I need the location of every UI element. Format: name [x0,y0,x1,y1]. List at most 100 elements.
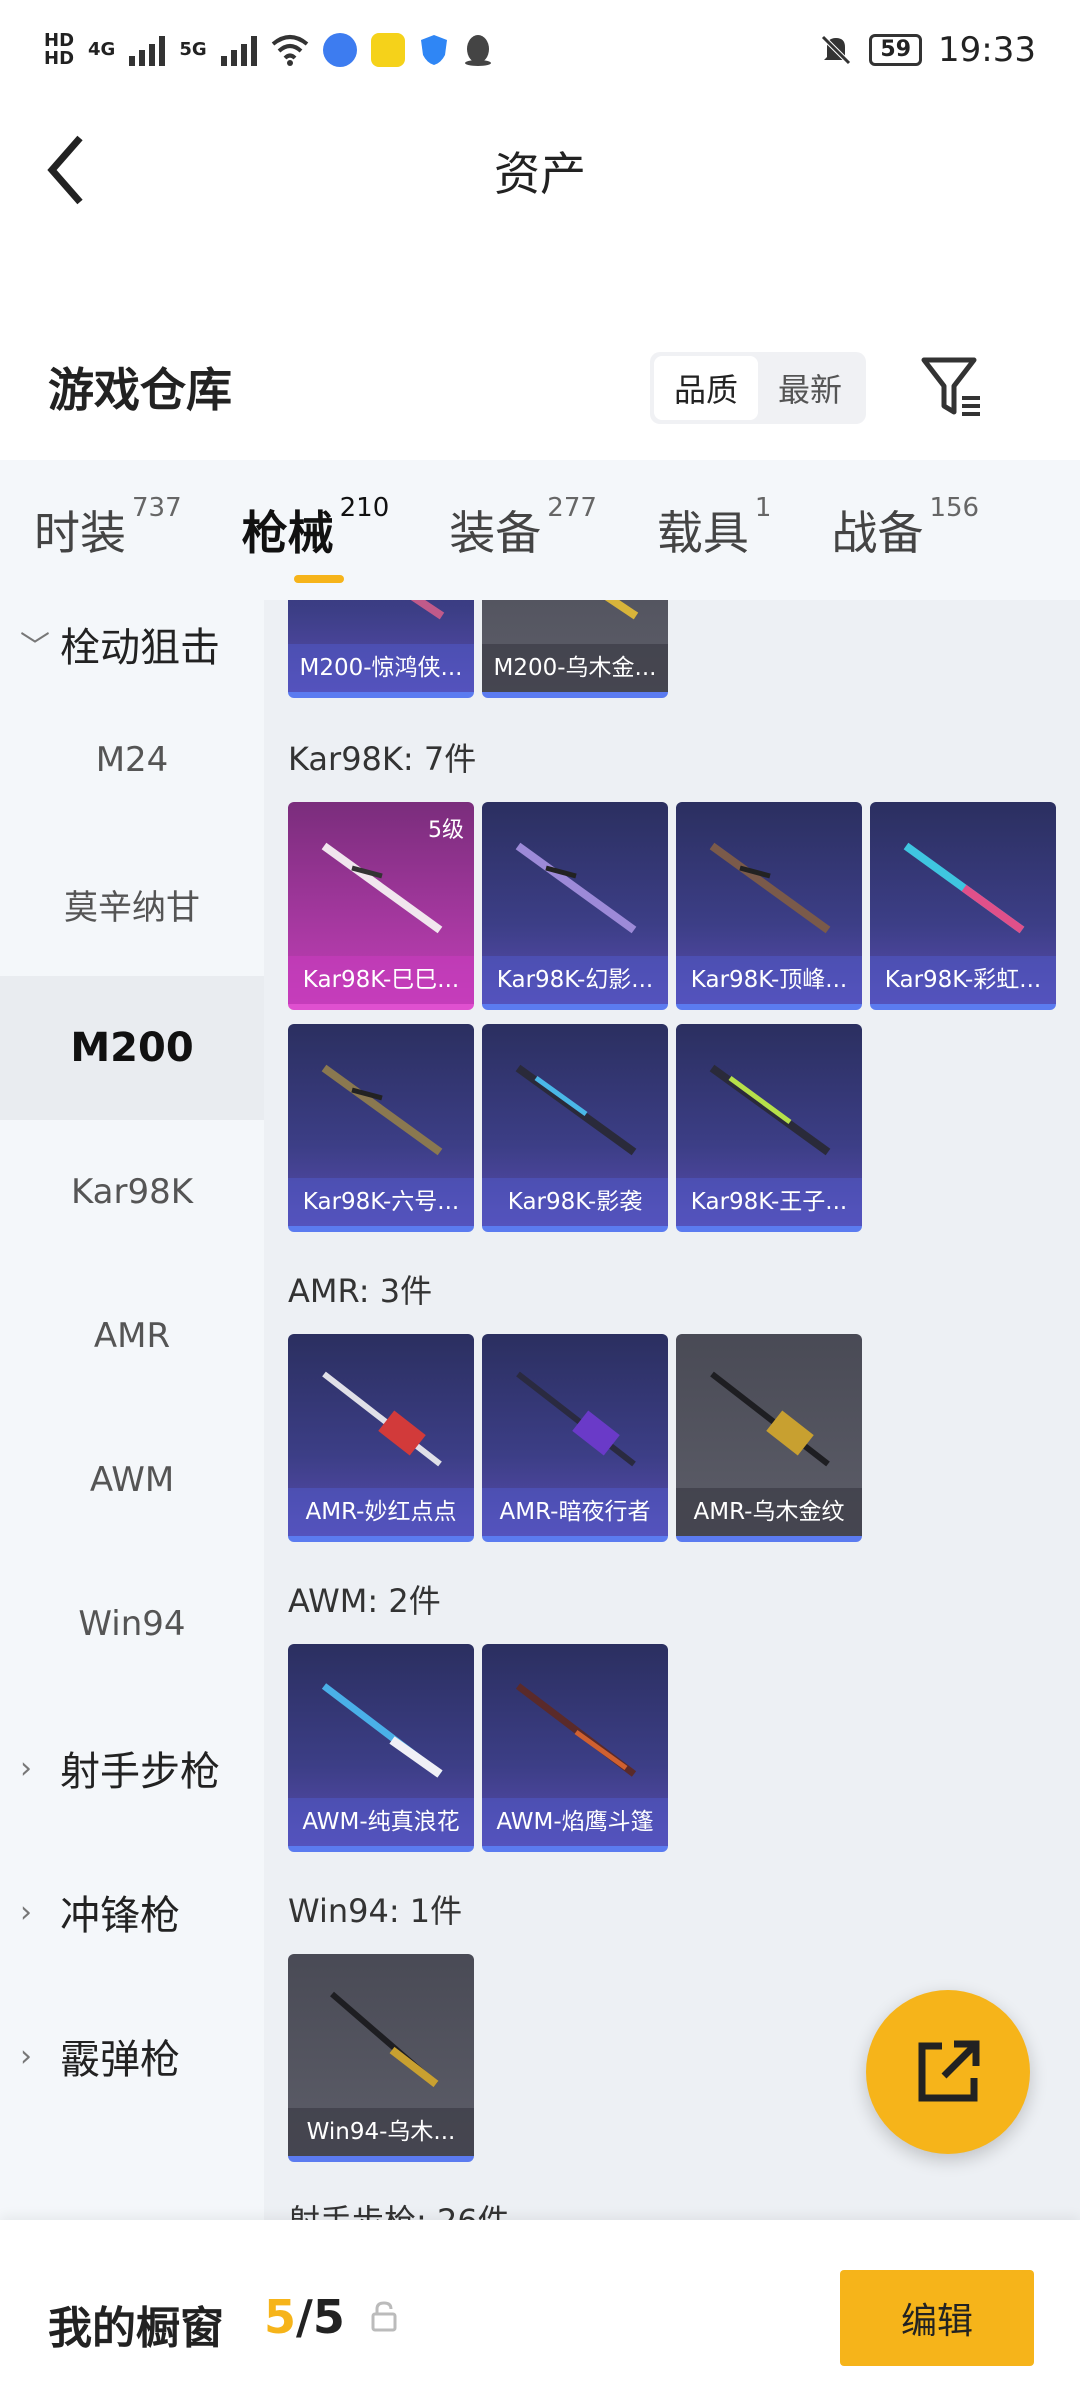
showcase-bar: 我的橱窗 5/5 编辑 [0,2220,1080,2400]
weapon-name: M200-乌木金... [482,644,668,692]
sidebar-item-mosin[interactable]: 莫辛纳甘 [0,832,264,976]
sidebar-item-win94[interactable]: Win94 [0,1552,264,1696]
sidebar-item-m24[interactable]: M24 [0,688,264,832]
weapon-card[interactable]: AMR-妙红点点 [288,1334,474,1542]
weapon-card[interactable]: AMR-暗夜行者 [482,1334,668,1542]
category-tabs: 时装 737 枪械 210 装备 277 载具 1 战备 156 [0,460,1080,600]
chevron-right-icon: › [20,1894,32,1930]
tab-outfits[interactable]: 时装 737 [34,493,182,563]
signal-5g-icon [220,34,257,66]
tab-equipment[interactable]: 装备 277 [449,493,597,563]
rifle-skin-icon [321,1683,443,1778]
edit-button[interactable]: 编辑 [840,2270,1034,2366]
weapon-name: Kar98K-彩虹... [870,956,1056,1004]
battery-indicator: 59 [869,34,923,66]
weapon-name: AWM-焰鹰斗篷 [482,1798,668,1846]
share-fab-button[interactable] [866,1990,1030,2154]
sidebar-item-amr[interactable]: AMR [0,1264,264,1408]
section-title-amr: AMR: 3件 [288,1272,433,1310]
signal-4g-icon [129,34,166,66]
weapon-card[interactable]: AWM-纯真浪花 [288,1644,474,1852]
showcase-current: 5 [264,2290,297,2344]
weapon-card[interactable]: Kar98K-彩虹... [870,802,1056,1010]
weapon-card[interactable]: Kar98K-王子... [676,1024,862,1232]
title-bar: 资产 [0,100,1080,240]
weapon-card[interactable]: Kar98K-顶峰... [676,802,862,1010]
weapon-card[interactable]: Kar98K-影袭 [482,1024,668,1232]
hd-label-2: HD [44,48,75,69]
weapon-name: Kar98K-王子... [676,1178,862,1226]
weapon-card[interactable]: Kar98K-幻影... [482,802,668,1010]
weapon-card[interactable]: M200-惊鸿侠... [288,600,474,698]
chevron-down-icon: ﹀ [20,630,50,665]
weapon-card[interactable]: AWM-焰鹰斗篷 [482,1644,668,1852]
rifle-skin-icon [604,600,639,620]
sidebar-item-label: 莫辛纳甘 [64,887,200,928]
weapon-card[interactable]: M200-乌木金... [482,600,668,698]
weapon-name: AMR-乌木金纹 [676,1488,862,1536]
sidebar-item-label: AMR [93,1316,171,1356]
weapon-card[interactable]: 5级 Kar98K-巳巳... [288,802,474,1010]
rifle-skin-icon [515,1064,637,1156]
sidebar-item-label: Kar98K [70,1172,194,1212]
sidebar-item-label: 射手步枪 [60,1749,220,1795]
sidebar-item-label: 冲锋枪 [60,1893,180,1939]
tab-weapons[interactable]: 枪械 210 [242,493,389,583]
weapon-grid: M200-惊鸿侠... M200-乌木金... Kar98K: 7件 5级 Ka… [264,600,1080,2220]
showcase-separator: / [296,2290,313,2344]
sidebar-category-shotgun[interactable]: › 霰弹枪 [0,1984,264,2128]
sidebar-item-label: M200 [70,1025,194,1071]
warehouse-header: 游戏仓库 品质 最新 [0,330,1080,440]
showcase-count: 5/5 [264,2290,345,2344]
tab-vehicles[interactable]: 载具 1 [657,493,772,563]
filter-icon[interactable] [918,352,988,422]
warehouse-title: 游戏仓库 [48,363,232,417]
rifle-skin-icon [515,842,637,934]
chevron-right-icon: › [20,2038,32,2074]
page-title: 资产 [494,147,586,201]
weapon-card[interactable]: Kar98K-六号... [288,1024,474,1232]
share-external-icon [918,2040,980,2102]
section-title-kar98k: Kar98K: 7件 [288,740,477,778]
sidebar-item-label: M24 [95,740,169,780]
rifle-skin-icon [322,1371,442,1467]
wifi-icon [271,35,308,66]
weapon-card[interactable]: AMR-乌木金纹 [676,1334,862,1542]
browser-app-icon [322,33,357,67]
sidebar-category-dmr[interactable]: › 射手步枪 [0,1696,264,1840]
sidebar-item-kar98k[interactable]: Kar98K [0,1120,264,1264]
sort-quality-button[interactable]: 品质 [654,356,758,420]
network-5g-label: 5G [179,39,207,60]
weapon-name: AMR-暗夜行者 [482,1488,668,1536]
sidebar-item-label: AWM [89,1460,175,1500]
sort-latest-button[interactable]: 最新 [758,356,862,420]
rifle-skin-icon [710,1371,830,1467]
weapon-name: Kar98K-影袭 [482,1178,668,1226]
tab-supplies[interactable]: 战备 156 [831,493,979,563]
weapon-name: M200-惊鸿侠... [288,644,474,692]
sidebar-category-bolt-sniper[interactable]: ﹀ 栓动狙击 [0,600,264,688]
weapon-name: Kar98K-巳巳... [288,956,474,1004]
sidebar-item-label: Win94 [78,1604,186,1644]
sidebar-item-label: 霰弹枪 [60,2037,180,2083]
tab-count: 210 [339,493,390,523]
sidebar-category-smg[interactable]: › 冲锋枪 [0,1840,264,1984]
tab-count: 277 [547,493,597,523]
weapon-name: Kar98K-幻影... [482,956,668,1004]
rifle-skin-icon [321,842,443,934]
rifle-skin-icon [709,842,831,934]
rifle-skin-icon [903,842,1025,934]
shield-icon [420,35,447,65]
sidebar-item-m200[interactable]: M200 [0,976,264,1120]
qq-penguin-icon [464,35,491,66]
section-title-dmr: 射手步枪: 26件 [288,2196,510,2220]
section-title-win94: Win94: 1件 [288,1892,463,1930]
level-badge: 5级 [428,818,464,843]
weapon-card[interactable]: Win94-乌木... [288,1954,474,2162]
rifle-skin-icon [516,1371,636,1467]
sidebar-item-awm[interactable]: AWM [0,1408,264,1552]
weapon-name: Kar98K-六号... [288,1178,474,1226]
tab-label: 战备 [831,506,924,560]
sort-toggle: 品质 最新 [650,352,866,424]
lock-icon [371,2301,397,2332]
